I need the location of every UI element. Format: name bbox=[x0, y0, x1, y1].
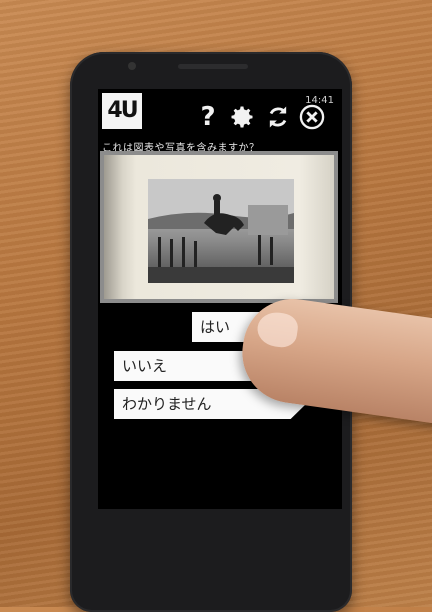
toolbar: ? bbox=[194, 103, 326, 133]
refresh-icon[interactable] bbox=[264, 103, 292, 131]
earpiece-speaker bbox=[178, 64, 248, 69]
book-page-image bbox=[104, 155, 334, 299]
document-photo bbox=[100, 151, 338, 303]
close-icon[interactable] bbox=[298, 103, 326, 131]
app-logo: 4U bbox=[102, 93, 142, 129]
phone-screen: 14:41 4U ? これは図表や写真を含みますか？ はい いいえ わかりません bbox=[98, 89, 342, 509]
front-camera bbox=[128, 62, 136, 70]
gear-icon[interactable] bbox=[228, 103, 256, 131]
horse-jumping-photo bbox=[148, 179, 294, 283]
help-icon[interactable]: ? bbox=[194, 103, 222, 131]
fingernail bbox=[255, 310, 300, 350]
